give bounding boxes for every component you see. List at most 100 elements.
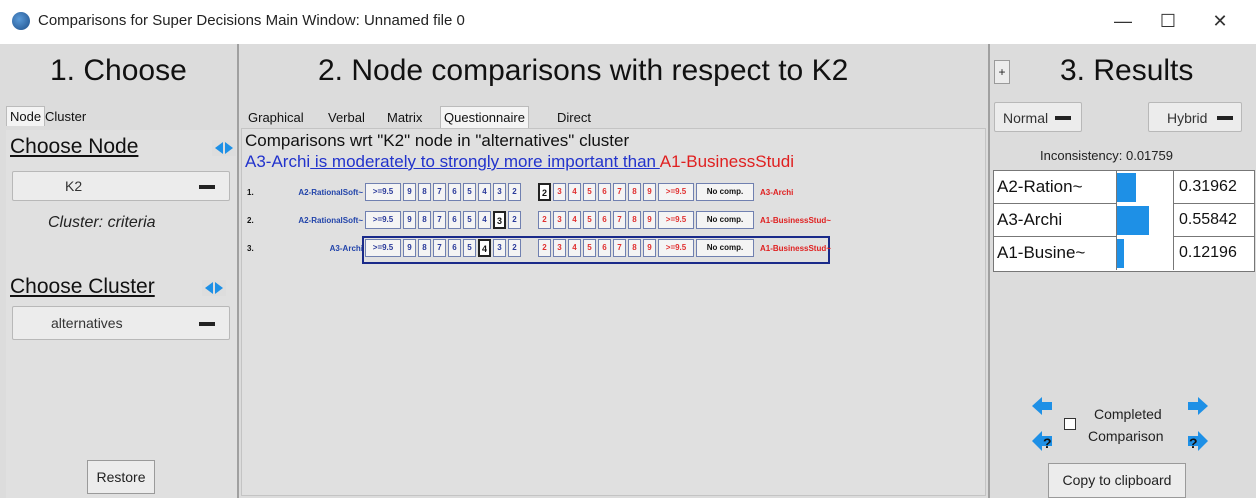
- results-method-select[interactable]: Hybrid: [1148, 102, 1242, 132]
- next-help-icon[interactable]: ?: [1186, 428, 1210, 454]
- scale-cell-left[interactable]: 4: [478, 183, 491, 201]
- tab-questionnaire[interactable]: Questionnaire: [440, 106, 529, 128]
- scale-cell-left[interactable]: 8: [418, 183, 431, 201]
- scale-cell-right[interactable]: 6: [598, 183, 611, 201]
- scale-cell-equal[interactable]: [523, 211, 536, 229]
- scale-cell-left[interactable]: 9: [403, 183, 416, 201]
- scale-cell-right[interactable]: 8: [628, 183, 641, 201]
- scale-cell-right[interactable]: 9: [643, 211, 656, 229]
- scale-cell-right[interactable]: 2: [538, 183, 551, 201]
- scale-cell-right[interactable]: 9: [643, 183, 656, 201]
- maximize-button[interactable]: ☐: [1148, 6, 1188, 36]
- scale-cell-left[interactable]: 2: [508, 211, 521, 229]
- results-table: A2-Ration~ 0.31962 A3-Archi 0.55842 A1-Busin…: [993, 170, 1255, 272]
- scale-cell-left[interactable]: 7: [433, 183, 446, 201]
- scale-cell-right[interactable]: >=9.5: [658, 211, 694, 229]
- scale-cell-right[interactable]: 4: [568, 211, 581, 229]
- node-select[interactable]: K2: [12, 171, 230, 201]
- scale-cell-left[interactable]: 6: [448, 183, 461, 201]
- copy-to-clipboard-button[interactable]: Copy to clipboard: [1048, 463, 1186, 498]
- scale-cell-left[interactable]: 4: [478, 211, 491, 229]
- scale-cell-equal[interactable]: [523, 239, 536, 257]
- scale-cell-right[interactable]: 9: [643, 239, 656, 257]
- scale-cell-left[interactable]: 2: [508, 239, 521, 257]
- scale-cell-left[interactable]: 8: [418, 211, 431, 229]
- scale-cell-right[interactable]: 2: [538, 211, 551, 229]
- choose-title: 1. Choose: [50, 54, 187, 87]
- node-prev-next-icon[interactable]: [212, 140, 236, 156]
- scale-cell-left[interactable]: >=9.5: [365, 211, 401, 229]
- scale-cell-left[interactable]: 6: [448, 211, 461, 229]
- previous-help-icon[interactable]: ?: [1030, 428, 1054, 454]
- cluster-prev-next-icon[interactable]: [202, 280, 226, 296]
- scale-cell-right[interactable]: >=9.5: [658, 183, 694, 201]
- scale-cell-left[interactable]: 5: [463, 239, 476, 257]
- scale-cell-right[interactable]: 4: [568, 239, 581, 257]
- scale-cell-left[interactable]: 9: [403, 239, 416, 257]
- cluster-select[interactable]: alternatives: [12, 306, 230, 340]
- scale-cell-left[interactable]: >=9.5: [365, 239, 401, 257]
- scale-cell-left[interactable]: 7: [433, 211, 446, 229]
- scale-cell-left[interactable]: 3: [493, 211, 506, 229]
- choose-node-link[interactable]: Choose Node: [10, 135, 138, 159]
- comparison-row: 3. A3-Archi >=9.5 9 8 7 6 5 4 3 2 2 3 4 5 6 7 8 9 >=9.5 No c…: [243, 236, 983, 264]
- results-row: A2-Ration~ 0.31962: [994, 171, 1254, 204]
- no-comparison-button[interactable]: No comp.: [696, 183, 754, 201]
- no-comparison-button[interactable]: No comp.: [696, 211, 754, 229]
- tab-graphical[interactable]: Graphical: [248, 110, 304, 125]
- scale-cell-right[interactable]: 4: [568, 183, 581, 201]
- scale-cell-right[interactable]: >=9.5: [658, 239, 694, 257]
- tab-matrix[interactable]: Matrix: [387, 110, 422, 125]
- scale-cell-left[interactable]: 2: [508, 183, 521, 201]
- scale-cell-left[interactable]: 3: [493, 183, 506, 201]
- scale-cell-right[interactable]: 3: [553, 239, 566, 257]
- statement-left: A3-Archi: [245, 152, 311, 171]
- tab-direct[interactable]: Direct: [557, 110, 591, 125]
- scale-cell-left[interactable]: 9: [403, 211, 416, 229]
- result-label: A2-Ration~: [997, 177, 1083, 196]
- scale-cell-right[interactable]: 7: [613, 211, 626, 229]
- scale-cell-left[interactable]: 7: [433, 239, 446, 257]
- scale-cell-equal[interactable]: [523, 183, 536, 201]
- expand-button[interactable]: +: [994, 60, 1010, 84]
- scale-cell-right[interactable]: 7: [613, 183, 626, 201]
- choose-cluster-link[interactable]: Choose Cluster: [10, 275, 155, 299]
- scale-cell-left[interactable]: 5: [463, 211, 476, 229]
- scale-cell-right[interactable]: 7: [613, 239, 626, 257]
- no-comparison-button[interactable]: No comp.: [696, 239, 754, 257]
- scale-cell-left[interactable]: >=9.5: [365, 183, 401, 201]
- result-label: A1-Busine~: [997, 243, 1086, 262]
- results-mode-select[interactable]: Normal: [994, 102, 1082, 132]
- tab-node[interactable]: Node: [6, 106, 46, 126]
- tab-cluster[interactable]: Cluster: [45, 109, 86, 124]
- completed-checkbox[interactable]: [1064, 418, 1076, 430]
- scale-cell-right[interactable]: 6: [598, 211, 611, 229]
- row-left-node: A2-RationalSoft~: [298, 216, 363, 225]
- results-mode-value: Normal: [1003, 110, 1049, 126]
- scale-cell-right[interactable]: 8: [628, 211, 641, 229]
- next-comparison-icon[interactable]: [1186, 394, 1210, 418]
- dropdown-arrow-icon: [1055, 116, 1071, 120]
- row-left-node: A2-RationalSoft~: [298, 188, 363, 197]
- scale-cell-right[interactable]: 5: [583, 239, 596, 257]
- scale-cell-right[interactable]: 5: [583, 183, 596, 201]
- scale-cell-left[interactable]: 8: [418, 239, 431, 257]
- scale-cell-right[interactable]: 3: [553, 211, 566, 229]
- scale-cell-right[interactable]: 2: [538, 239, 551, 257]
- questionnaire-rows: 1. A2-RationalSoft~ >=9.5 9 8 7 6 5 4 3 2 2 3 4 5 6 7 8 9 >…: [243, 183, 983, 283]
- restore-button[interactable]: Restore: [87, 460, 155, 494]
- close-button[interactable]: ✕: [1200, 6, 1240, 36]
- scale-cell-right[interactable]: 8: [628, 239, 641, 257]
- scale-cell-right[interactable]: 6: [598, 239, 611, 257]
- scale-cell-left[interactable]: 4: [478, 239, 491, 257]
- tab-verbal[interactable]: Verbal: [328, 110, 365, 125]
- scale-cell-right[interactable]: 3: [553, 183, 566, 201]
- results-row: A3-Archi 0.55842: [994, 204, 1254, 237]
- scale-cell-left[interactable]: 6: [448, 239, 461, 257]
- scale-cell-left[interactable]: 3: [493, 239, 506, 257]
- minimize-button[interactable]: —: [1103, 6, 1143, 36]
- scale-cell-right[interactable]: 5: [583, 211, 596, 229]
- comparisons-panel: 2. Node comparisons with respect to K2 G…: [239, 44, 988, 498]
- previous-comparison-icon[interactable]: [1030, 394, 1054, 418]
- scale-cell-left[interactable]: 5: [463, 183, 476, 201]
